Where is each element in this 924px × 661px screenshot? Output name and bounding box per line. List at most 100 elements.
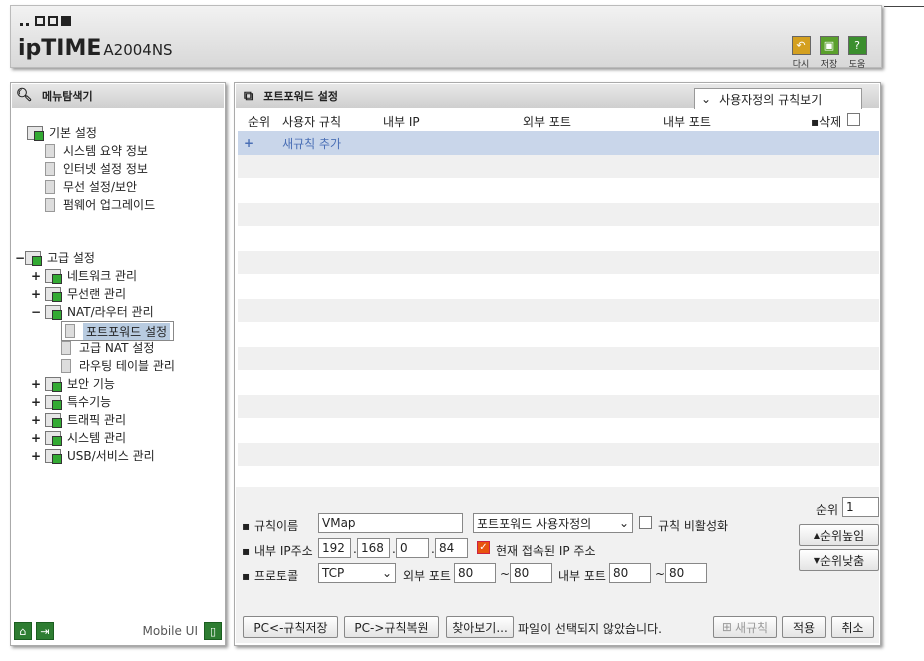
tree-usb-service[interactable]: + USB/서비스 관리 xyxy=(31,447,155,464)
tree-label: NAT/라우터 관리 xyxy=(67,305,154,319)
tree-label: 포트포워드 설정 xyxy=(83,322,171,340)
collapse-toggle[interactable]: − xyxy=(31,305,41,319)
model-name: A2004NS xyxy=(103,41,173,59)
tree-label: 보안 기능 xyxy=(67,377,115,391)
disable-rule-checkbox[interactable] xyxy=(639,516,652,529)
monitor-icon xyxy=(45,161,55,176)
rank-down-button[interactable]: ▼ 순위낮춤 xyxy=(799,549,879,571)
plus-box-icon: ⊞ xyxy=(721,620,732,634)
rank-input[interactable]: 1 xyxy=(842,497,879,517)
rank-up-button[interactable]: ▲ 순위높임 xyxy=(799,524,879,546)
tree-internet-info[interactable]: 인터넷 설정 정보 xyxy=(45,160,148,177)
custom-rules-view-button[interactable]: ⌄ 사용자정의 규칙보기 xyxy=(694,88,862,110)
tree-label: 특수기능 xyxy=(67,395,112,409)
expand-toggle[interactable]: + xyxy=(31,287,41,301)
tree-network[interactable]: + 네트워크 관리 xyxy=(31,267,137,284)
expand-toggle[interactable]: + xyxy=(31,449,41,463)
tree-routing-table[interactable]: 라우팅 테이블 관리 xyxy=(61,357,175,374)
tree-advanced-settings[interactable]: − 고급 설정 xyxy=(15,249,95,266)
ip-octet-3-input[interactable]: 0 xyxy=(396,538,429,558)
chevron-down-icon: ⌄ xyxy=(701,92,712,106)
external-port-label: 외부 포트 xyxy=(403,569,451,583)
internal-port-to-input[interactable]: 80 xyxy=(665,563,707,583)
tree-label: 네트워크 관리 xyxy=(67,269,138,283)
logo-dots xyxy=(20,16,71,26)
mobile-ui-link[interactable]: Mobile UI ▯ xyxy=(143,622,222,640)
rank-label: 순위 xyxy=(816,503,839,517)
select-all-checkbox[interactable] xyxy=(847,113,860,126)
tree-traffic[interactable]: + 트래픽 관리 xyxy=(31,411,126,428)
expand-toggle[interactable]: + xyxy=(31,431,41,445)
restore-rules-from-pc-button[interactable]: PC->규칙복원 xyxy=(344,616,439,638)
ip-octet-4-input[interactable]: 84 xyxy=(435,538,468,558)
external-port-from-input[interactable]: 80 xyxy=(454,563,496,583)
rule-name-input[interactable]: VMap xyxy=(318,513,463,533)
tree-security[interactable]: + 보안 기능 xyxy=(31,375,115,392)
current-ip-checkbox[interactable]: ✓ xyxy=(477,541,490,554)
table-row xyxy=(238,323,879,347)
col-delete-label: 삭제 xyxy=(819,115,842,129)
current-ip-label: 현재 접속된 IP 주소 xyxy=(496,544,596,558)
folder-icon xyxy=(27,125,44,141)
browse-file-button[interactable]: 찾아보기... xyxy=(446,616,514,638)
internal-port-from-input[interactable]: 80 xyxy=(609,563,651,583)
tree-basic-settings[interactable]: 기본 설정 xyxy=(27,124,97,141)
tree-port-forward[interactable]: 포트포워드 설정 xyxy=(61,321,175,341)
tree-advanced-nat[interactable]: 고급 NAT 설정 xyxy=(61,339,154,356)
wifi-icon xyxy=(45,286,62,302)
tree-label: 무선 설정/보안 xyxy=(63,180,138,194)
delete-icon: ▪ xyxy=(811,115,820,129)
logout-icon[interactable]: ⇥ xyxy=(36,622,54,640)
protocol-select[interactable]: TCP ⌄ xyxy=(318,563,396,583)
tree-label: 트래픽 관리 xyxy=(67,413,127,427)
new-rule-button-label: 새규칙 xyxy=(734,620,769,635)
new-rule-button[interactable]: ⊞ 새규칙 xyxy=(713,616,777,638)
save-rules-to-pc-button[interactable]: PC<-규칙저장 xyxy=(243,616,338,638)
undo-icon: ↶ xyxy=(791,36,811,55)
sidebar: 🔍︎ 메뉴탐색기 기본 설정 시스템 요약 정보 인터넷 설정 정보 무선 설정… xyxy=(10,82,226,646)
undo-button[interactable]: ↶ 다시 xyxy=(789,36,813,70)
rank-down-label: 순위낮춤 xyxy=(819,553,865,568)
search-icon: 🔍︎ xyxy=(16,88,33,103)
tree-system-summary[interactable]: 시스템 요약 정보 xyxy=(45,142,148,159)
tree-wireless-security[interactable]: 무선 설정/보안 xyxy=(45,178,137,195)
rule-type-select[interactable]: 포트포워드 사용자정의 ⌄ xyxy=(473,513,633,533)
mobile-icon: ▯ xyxy=(204,622,222,640)
network-icon xyxy=(45,268,62,284)
table-row xyxy=(238,155,879,179)
col-rank: 순위 xyxy=(248,115,271,129)
ip-octet-1-input[interactable]: 192 xyxy=(318,538,351,558)
router-icon xyxy=(45,304,62,320)
expand-toggle[interactable]: + xyxy=(31,377,41,391)
cancel-button[interactable]: 취소 xyxy=(831,616,874,638)
tree-special[interactable]: + 특수기능 xyxy=(31,393,111,410)
ip-octet-2-input[interactable]: 168 xyxy=(357,538,390,558)
tree-system[interactable]: + 시스템 관리 xyxy=(31,429,126,446)
tree-wireless[interactable]: + 무선랜 관리 xyxy=(31,285,126,302)
table-row xyxy=(238,179,879,203)
save-label: 저장 xyxy=(820,60,838,70)
home-icon[interactable]: ⌂ xyxy=(14,622,32,640)
page-icon xyxy=(61,358,71,373)
tree-label: 라우팅 테이블 관리 xyxy=(79,359,175,373)
tree-label: 시스템 관리 xyxy=(67,431,127,445)
rule-name-label: ▪ 규칙이름 xyxy=(242,519,299,533)
help-button[interactable]: ? 도움 xyxy=(845,36,869,70)
table-row xyxy=(238,371,879,395)
apply-button[interactable]: 적용 xyxy=(782,616,826,638)
brand-logo: ipTIME A2004NS xyxy=(18,36,173,61)
new-rule-row[interactable]: + 새규칙 추가 xyxy=(238,131,879,155)
folder-icon xyxy=(25,250,42,266)
protocol-value: TCP xyxy=(322,566,345,580)
collapse-toggle[interactable]: − xyxy=(15,251,25,265)
save-button[interactable]: ▣ 저장 xyxy=(817,36,841,70)
external-port-to-input[interactable]: 80 xyxy=(510,563,552,583)
expand-toggle[interactable]: + xyxy=(31,413,41,427)
col-internal-ip: 내부 IP xyxy=(383,115,420,129)
upgrade-icon xyxy=(45,197,55,212)
main-panel: ⧉ 포트포워드 설정 ⌄ 사용자정의 규칙보기 순위 사용자 규칙 내부 IP 외… xyxy=(234,82,881,646)
expand-toggle[interactable]: + xyxy=(31,395,41,409)
expand-toggle[interactable]: + xyxy=(31,269,41,283)
tree-nat-router[interactable]: − NAT/라우터 관리 xyxy=(31,303,154,320)
tree-firmware-upgrade[interactable]: 펌웨어 업그레이드 xyxy=(45,196,155,213)
